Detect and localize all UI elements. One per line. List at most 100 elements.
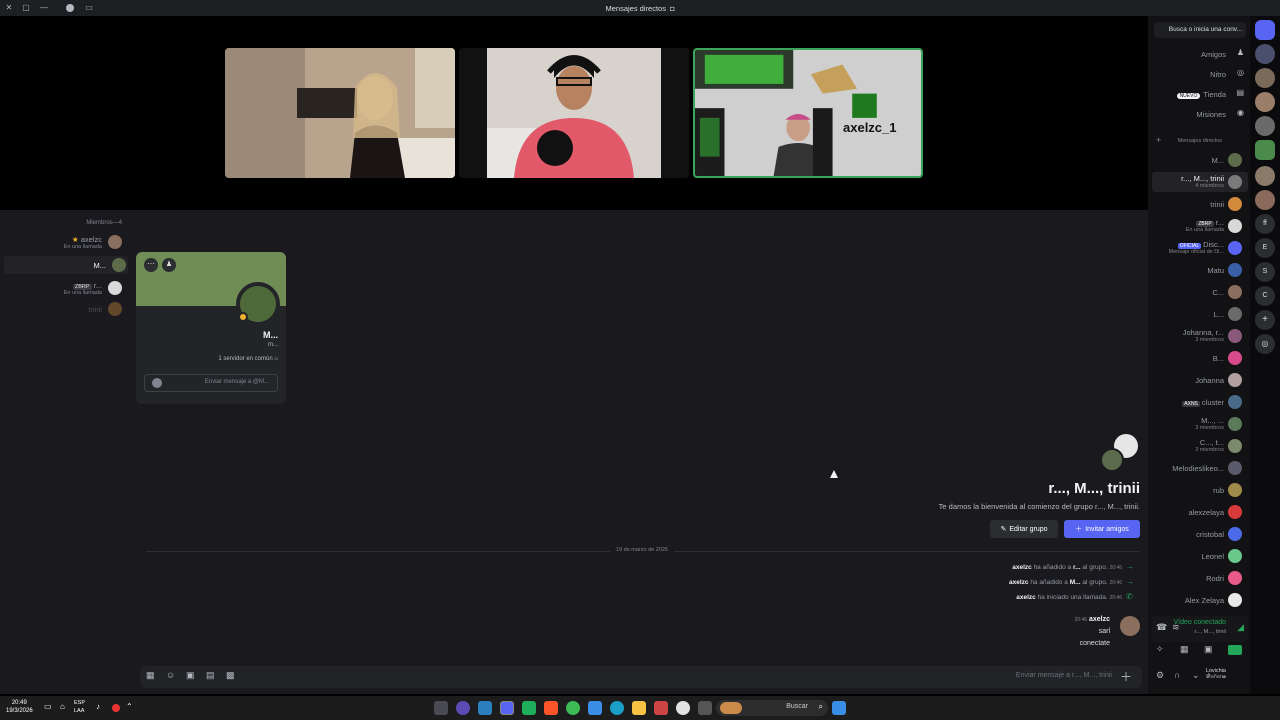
dm-item[interactable]: Leonel (1152, 546, 1248, 566)
user-info[interactable]: Lovichia Mañana (1206, 668, 1226, 680)
invite-friends-button[interactable]: ＋ Invitar amigos (1064, 520, 1140, 538)
inbox-icon[interactable]: ▭ (84, 3, 94, 13)
app-icon[interactable] (456, 701, 470, 715)
gif-icon[interactable]: ▤ (206, 670, 215, 681)
member-row[interactable]: ★ axelzc En una llamada (0, 232, 128, 254)
maximize-icon[interactable]: ▢ (21, 3, 31, 13)
video-tile-2[interactable] (459, 48, 689, 178)
member-row[interactable]: trinii (0, 300, 128, 318)
language-indicator[interactable]: ESP LAA (74, 699, 85, 715)
nav-friends[interactable]: Amigos (1201, 50, 1226, 59)
member-row-selected[interactable]: M... (4, 256, 128, 274)
server-icon[interactable] (1255, 116, 1275, 136)
emoji-icon[interactable]: ☺ (166, 670, 175, 680)
dm-item[interactable]: Rodri (1152, 568, 1248, 588)
dm-item-selected[interactable]: r..., M..., trinii 4 miembros (1152, 172, 1248, 192)
signal-icon[interactable]: ◢ (1237, 622, 1244, 633)
brave-icon[interactable] (544, 701, 558, 715)
settings-icon[interactable] (434, 701, 448, 715)
server-icon[interactable]: ff (1255, 214, 1275, 234)
profile-message-input[interactable]: Enviar mensaje a @M... (144, 374, 278, 392)
chevron-up-icon[interactable]: ⌃ (126, 702, 133, 711)
app-icon[interactable] (654, 701, 668, 715)
minimize-icon[interactable]: — (39, 3, 49, 13)
gift-icon[interactable]: ▩ (226, 670, 235, 681)
dm-item[interactable]: M..., ... 3 miembros (1152, 414, 1248, 434)
dm-item[interactable]: M... (1152, 150, 1248, 170)
noise-suppression-icon[interactable]: ≋ (1172, 622, 1180, 633)
dm-item[interactable]: ZBRP r... En una llamada (1152, 216, 1248, 236)
edit-group-button[interactable]: ✎ Editar grupo (990, 520, 1058, 538)
screen-share-icon[interactable]: ▣ (1204, 644, 1213, 655)
server-icon[interactable] (1255, 44, 1275, 64)
search-input[interactable]: Busca o inicia una conv... (1154, 22, 1246, 38)
dm-item[interactable]: AXNS cluster (1152, 392, 1248, 412)
dm-item[interactable]: B... (1152, 348, 1248, 368)
server-icon[interactable] (1255, 166, 1275, 186)
activities-icon[interactable]: ✧ (1156, 644, 1164, 655)
camera-icon[interactable] (1228, 645, 1242, 655)
dm-item[interactable]: alexzelaya (1152, 502, 1248, 522)
dm-item[interactable]: rub (1152, 480, 1248, 500)
mutual-servers[interactable]: 1 servidor en común ⌂ (218, 356, 278, 362)
help-icon[interactable] (66, 4, 74, 12)
sticker-icon[interactable]: ▣ (186, 670, 195, 681)
search-bar[interactable]: Buscar ⌕ (716, 700, 828, 716)
dm-item[interactable]: Matu (1152, 260, 1248, 280)
apps-icon[interactable]: ▦ (146, 670, 155, 681)
server-icon[interactable] (1255, 140, 1275, 160)
close-icon[interactable]: ✕ (4, 3, 14, 13)
app-icon[interactable] (478, 701, 492, 715)
headphones-icon[interactable]: ∩ (1174, 670, 1180, 680)
folder-icon[interactable] (632, 701, 646, 715)
add-attachment-icon[interactable]: ＋ (1120, 668, 1132, 685)
apps-icon[interactable]: ▦ (1180, 644, 1189, 655)
add-friend-icon[interactable]: ♟ (162, 258, 176, 272)
chrome-icon[interactable] (566, 701, 580, 715)
message-composer[interactable]: ＋ Enviar mensaje a r..., M..., trinii ▦ … (140, 666, 1142, 688)
new-dm-icon[interactable]: + (1156, 135, 1161, 145)
server-icon[interactable]: S (1255, 262, 1275, 282)
nav-shop[interactable]: NUEVO Tienda (1176, 90, 1226, 99)
server-icon[interactable]: E (1255, 238, 1275, 258)
discord-home-icon[interactable] (1255, 20, 1275, 40)
dm-item[interactable]: Johanna, r... 3 miembros (1152, 326, 1248, 346)
dm-item[interactable]: Melodieslikeo... (1152, 458, 1248, 478)
dm-item[interactable]: Johanna (1152, 370, 1248, 390)
dm-item[interactable]: Alex Zelaya (1152, 590, 1248, 610)
more-icon[interactable]: ⋯ (144, 258, 158, 272)
app-icon[interactable] (522, 701, 536, 715)
chevron-down-icon[interactable]: ⌄ (1192, 670, 1200, 681)
start-icon[interactable] (832, 701, 846, 715)
microphone-icon[interactable]: ♪ (96, 702, 100, 711)
server-icon[interactable] (1255, 190, 1275, 210)
video-tile-3[interactable]: axelzc_1 (693, 48, 923, 178)
nav-quests[interactable]: Misiones (1196, 110, 1226, 119)
dm-item[interactable]: OFICIAL Disc... Mensaje oficial de Di... (1152, 238, 1248, 258)
add-server-icon[interactable]: + (1255, 310, 1275, 330)
explore-icon[interactable]: ◎ (1255, 334, 1275, 354)
settings-icon[interactable]: ⚙ (1156, 670, 1164, 681)
voice-channel[interactable]: r..., M..., trinii (1195, 629, 1226, 635)
task-view-icon[interactable] (698, 701, 712, 715)
network-icon[interactable]: ⌂ (60, 702, 65, 711)
dm-item[interactable]: L... (1152, 304, 1248, 324)
avatar[interactable] (1120, 616, 1140, 636)
server-icon[interactable]: C (1255, 286, 1275, 306)
store-icon[interactable] (588, 701, 602, 715)
discord-icon[interactable] (500, 701, 514, 715)
server-icon[interactable] (1255, 92, 1275, 112)
clock[interactable]: 20:49 19/3/2026 (6, 699, 33, 715)
server-icon[interactable] (1255, 68, 1275, 88)
notifications-icon[interactable]: ▭ (44, 702, 52, 711)
dm-item[interactable]: C..., t... 3 miembros (1152, 436, 1248, 456)
dm-item[interactable]: cristobal (1152, 524, 1248, 544)
dm-item[interactable]: trinii (1152, 194, 1248, 214)
video-tile-1[interactable] (225, 48, 455, 178)
emoji-icon[interactable] (152, 378, 162, 388)
member-row[interactable]: ZBRP r... En una llamada (0, 278, 128, 300)
dm-item[interactable]: C... (1152, 282, 1248, 302)
nav-nitro[interactable]: Nitro (1210, 70, 1226, 79)
app-tray-icon[interactable] (112, 704, 120, 712)
edge-icon[interactable] (610, 701, 624, 715)
